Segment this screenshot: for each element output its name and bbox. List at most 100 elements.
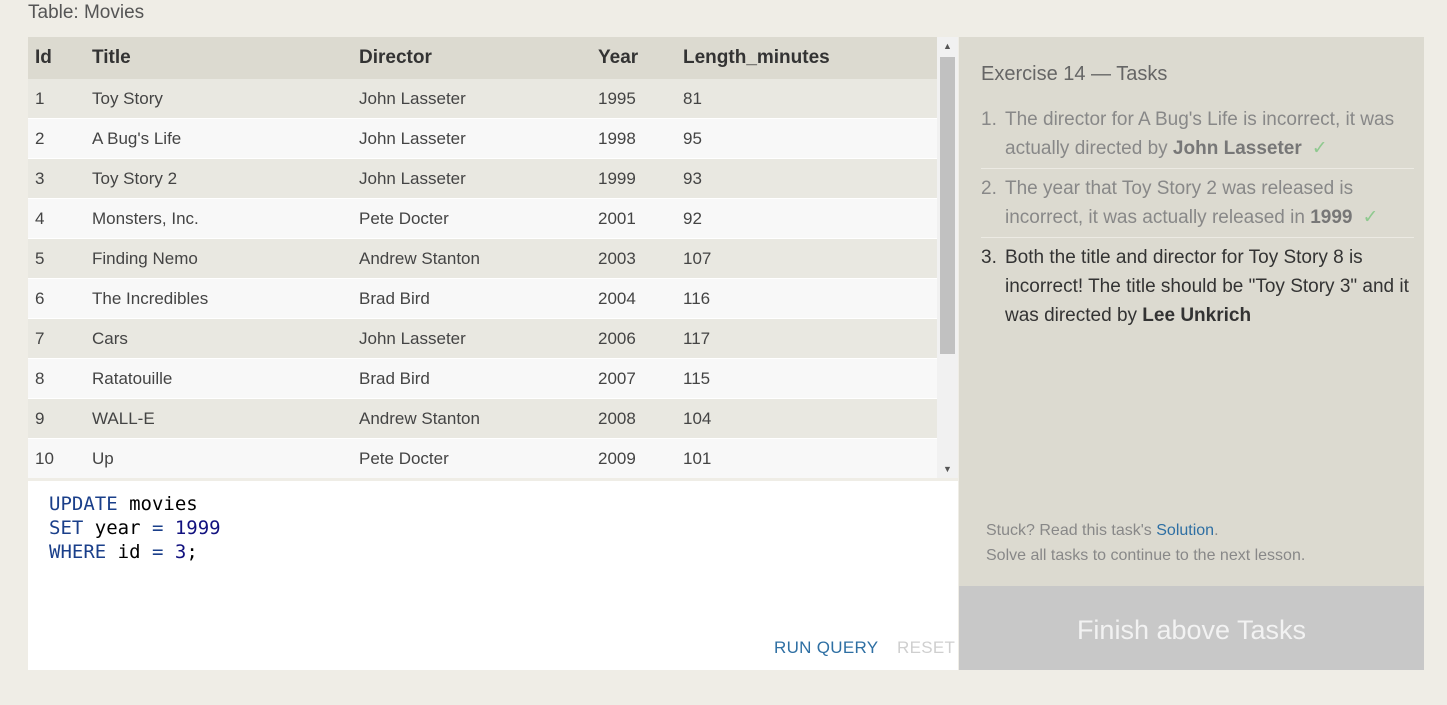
cell-length-minutes: 81 — [683, 79, 937, 119]
cell-title: Toy Story 2 — [87, 158, 359, 199]
help-prefix: Stuck? Read this task's — [986, 522, 1157, 539]
finish-tasks-button[interactable]: Finish above Tasks — [959, 586, 1424, 670]
cell-director: John Lasseter — [359, 79, 598, 119]
column-header-director: Director — [359, 37, 598, 79]
cell-title: A Bug's Life — [87, 118, 359, 159]
checkmark-icon: ✓ — [1311, 138, 1328, 159]
task-text-bold: 1999 — [1310, 207, 1353, 228]
cell-year: 2004 — [598, 278, 683, 319]
task-text-bold: John Lasseter — [1172, 138, 1302, 159]
table-caption: Table: Movies — [28, 2, 145, 23]
help-line-2: Solve all tasks to continue to the next … — [986, 547, 1306, 564]
cell-title: The Incredibles — [87, 278, 359, 319]
checkmark-icon: ✓ — [1362, 207, 1379, 228]
cell-director: Pete Docter — [359, 198, 598, 239]
cell-length-minutes: 116 — [683, 278, 937, 319]
task-text-part: The year that Toy Story 2 was released i… — [1005, 178, 1354, 228]
cell-title: Finding Nemo — [87, 238, 359, 279]
cell-director: John Lasseter — [359, 318, 598, 359]
sql-text: year — [83, 517, 152, 539]
cell-director: Brad Bird — [359, 358, 598, 399]
cell-length-minutes: 93 — [683, 158, 937, 199]
reset-button[interactable]: RESET — [897, 638, 955, 658]
solution-link[interactable]: Solution — [1156, 522, 1214, 539]
table-row: 6 The Incredibles Brad Bird 2004 116 — [28, 278, 937, 319]
cell-title: Toy Story — [87, 79, 359, 119]
sql-editor[interactable]: UPDATE movies SET year = 1999 WHERE id =… — [28, 481, 958, 670]
task-item: 1. The director for A Bug's Life is inco… — [981, 105, 1414, 169]
table-header-row: Id Title Director Year Length_minutes — [28, 37, 937, 79]
sql-text: movies — [117, 493, 198, 515]
task-list: 1. The director for A Bug's Life is inco… — [981, 105, 1414, 340]
column-header-id: Id — [28, 37, 87, 79]
table-row: 5 Finding Nemo Andrew Stanton 2003 107 — [28, 238, 937, 279]
cell-director: Andrew Stanton — [359, 398, 598, 439]
results-table-panel: Id Title Director Year Length_minutes 1 … — [28, 37, 958, 478]
column-header-year: Year — [598, 37, 683, 79]
triangle-up-icon[interactable]: ▲ — [937, 37, 958, 55]
task-text: The director for A Bug's Life is incorre… — [1005, 105, 1414, 163]
table-row: 8 Ratatouille Brad Bird 2007 115 — [28, 358, 937, 399]
task-text: The year that Toy Story 2 was released i… — [1005, 174, 1414, 232]
cell-id: 4 — [28, 198, 87, 239]
cell-title: Monsters, Inc. — [87, 198, 359, 239]
results-scrollbar[interactable]: ▲ ▼ — [937, 37, 958, 478]
sql-number: 3 — [163, 541, 187, 563]
cell-director: John Lasseter — [359, 118, 598, 159]
cell-year: 2008 — [598, 398, 683, 439]
sql-keyword: UPDATE — [49, 493, 118, 515]
column-header-title: Title — [87, 37, 359, 79]
cell-id: 8 — [28, 358, 87, 399]
table-row: 4 Monsters, Inc. Pete Docter 2001 92 — [28, 198, 937, 239]
help-suffix: . — [1214, 522, 1219, 539]
table-row: 1 Toy Story John Lasseter 1995 81 — [28, 79, 937, 119]
cell-id: 3 — [28, 158, 87, 199]
cell-length-minutes: 107 — [683, 238, 937, 279]
cell-year: 2009 — [598, 438, 683, 478]
table-row: 9 WALL-E Andrew Stanton 2008 104 — [28, 398, 937, 439]
table-row: 7 Cars John Lasseter 2006 117 — [28, 318, 937, 359]
cell-year: 2007 — [598, 358, 683, 399]
task-item: 3. Both the title and director for Toy S… — [981, 243, 1414, 335]
cell-director: John Lasseter — [359, 158, 598, 199]
run-query-button[interactable]: RUN QUERY — [774, 638, 878, 658]
tasks-panel: Exercise 14 — Tasks 1. The director for … — [959, 37, 1424, 586]
cell-director: Brad Bird — [359, 278, 598, 319]
cell-year: 1998 — [598, 118, 683, 159]
table-row: 2 A Bug's Life John Lasseter 1998 95 — [28, 118, 937, 159]
cell-id: 6 — [28, 278, 87, 319]
sql-keyword: SET — [49, 517, 84, 539]
column-header-length-minutes: Length_minutes — [683, 37, 937, 79]
triangle-down-icon[interactable]: ▼ — [937, 460, 958, 478]
tasks-title: Exercise 14 — Tasks — [981, 63, 1168, 85]
cell-id: 9 — [28, 398, 87, 439]
scrollbar-thumb[interactable] — [940, 57, 955, 354]
cell-title: Up — [87, 438, 359, 478]
cell-title: Ratatouille — [87, 358, 359, 399]
help-text: Stuck? Read this task's Solution. Solve … — [986, 518, 1305, 568]
results-table: Id Title Director Year Length_minutes 1 … — [28, 37, 937, 478]
cell-id: 7 — [28, 318, 87, 359]
task-number: 1. — [981, 109, 997, 130]
cell-length-minutes: 115 — [683, 358, 937, 399]
cell-year: 1999 — [598, 158, 683, 199]
sql-text: id — [106, 541, 152, 563]
cell-length-minutes: 95 — [683, 118, 937, 159]
sql-operator: = — [151, 541, 164, 563]
task-item: 2. The year that Toy Story 2 was release… — [981, 174, 1414, 238]
cell-length-minutes: 117 — [683, 318, 937, 359]
cell-title: Cars — [87, 318, 359, 359]
cell-title: WALL-E — [87, 398, 359, 439]
cell-director: Pete Docter — [359, 438, 598, 478]
task-text-bold: Lee Unkrich — [1142, 305, 1252, 326]
sql-operator: = — [151, 517, 164, 539]
sql-number: 1999 — [163, 517, 221, 539]
cell-id: 10 — [28, 438, 87, 478]
sql-keyword: WHERE — [49, 541, 107, 563]
sql-code[interactable]: UPDATE movies SET year = 1999 WHERE id =… — [49, 492, 221, 564]
cell-id: 5 — [28, 238, 87, 279]
cell-length-minutes: 101 — [683, 438, 937, 478]
cell-length-minutes: 104 — [683, 398, 937, 439]
task-text: Both the title and director for Toy Stor… — [1005, 243, 1414, 330]
cell-length-minutes: 92 — [683, 198, 937, 239]
